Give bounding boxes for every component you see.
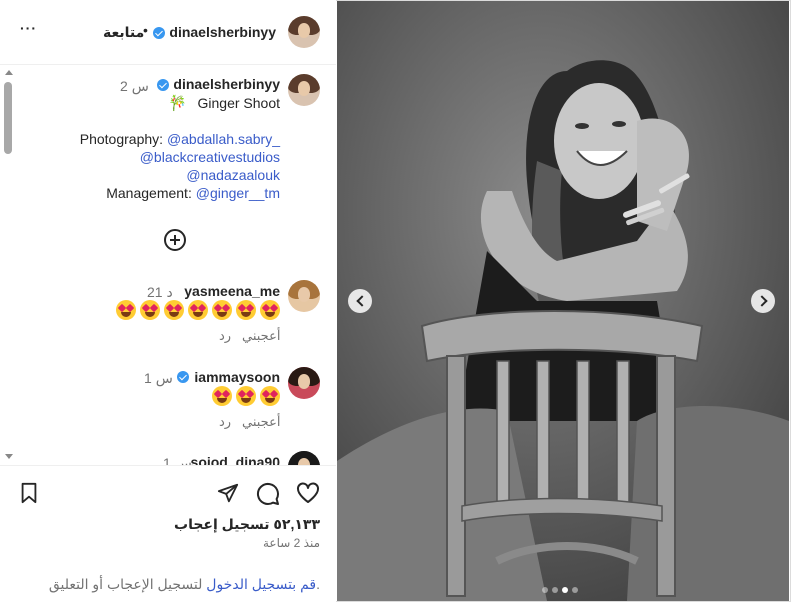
photography-label: Photography: xyxy=(79,131,164,147)
comment-avatar[interactable] xyxy=(288,451,320,465)
share-icon[interactable] xyxy=(216,482,240,504)
carousel-indicator xyxy=(542,580,582,598)
mention-nadazaalouk[interactable]: @nadazaalouk xyxy=(186,167,280,183)
comments-scroll-area[interactable]: dinaelsherbinyy 2 س Ginger Shoot 🎋 Photo… xyxy=(0,65,336,465)
post-time[interactable]: منذ 2 ساعة xyxy=(263,536,320,550)
comment-reply-button[interactable]: رد xyxy=(219,328,231,344)
likes-count[interactable]: ٥٢,١٣٣ تسجيل إعجاب xyxy=(174,516,320,533)
scrollbar-thumb[interactable] xyxy=(4,82,12,154)
comment-time[interactable]: 21 د xyxy=(147,284,173,301)
verified-icon xyxy=(157,79,169,91)
verified-icon xyxy=(177,371,189,383)
mention-ginger[interactable]: @ginger__tm xyxy=(196,185,280,201)
next-photo-button[interactable] xyxy=(751,289,775,313)
carousel-dot xyxy=(562,587,568,593)
carousel-dot xyxy=(572,587,578,593)
heart-eyes-emoji xyxy=(212,386,232,406)
heart-eyes-emoji xyxy=(188,300,208,320)
post-photo[interactable] xyxy=(337,1,789,601)
heart-eyes-emoji xyxy=(140,300,160,320)
comment-avatar[interactable] xyxy=(288,367,320,399)
photo-image xyxy=(337,1,789,601)
comment-emojis xyxy=(212,386,280,406)
more-icon[interactable]: ··· xyxy=(20,20,37,36)
post-header: dinaelsherbinyy • متابعة ··· xyxy=(0,0,336,65)
login-link[interactable]: قم بتسجيل الدخول xyxy=(206,576,316,592)
comment-emojis xyxy=(116,300,280,320)
scroll-down-arrow[interactable] xyxy=(5,454,13,459)
heart-eyes-emoji xyxy=(164,300,184,320)
heart-icon[interactable] xyxy=(296,482,320,504)
mention-abdallah[interactable]: @abdallah.sabry_ xyxy=(167,131,280,147)
heart-eyes-emoji xyxy=(212,300,232,320)
comment-username[interactable]: sojod_dina90 xyxy=(191,454,280,465)
carousel-dot xyxy=(552,587,558,593)
author-avatar[interactable] xyxy=(288,16,320,48)
scroll-up-arrow[interactable] xyxy=(5,70,13,75)
caption-username[interactable]: dinaelsherbinyy xyxy=(173,76,280,92)
post-actions: ٥٢,١٣٣ تسجيل إعجاب منذ 2 ساعة قم بتسجيل … xyxy=(0,465,336,603)
author-username[interactable]: dinaelsherbinyy xyxy=(169,24,276,40)
comment-reply-button[interactable]: رد xyxy=(219,414,231,430)
comment-like-button[interactable]: أعجبني xyxy=(242,328,280,344)
verified-icon xyxy=(153,27,165,39)
carousel-dot xyxy=(542,587,548,593)
comment-username[interactable]: iammaysoon xyxy=(194,369,280,385)
caption-photography-line: Photography: @abdallah.sabry_ xyxy=(80,131,280,147)
comment-like-button[interactable]: أعجبني xyxy=(242,414,280,430)
chevron-right-icon xyxy=(756,295,768,307)
scrollbar[interactable] xyxy=(2,66,14,462)
caption-time[interactable]: 2 س xyxy=(120,78,149,95)
comment-icon[interactable] xyxy=(256,482,280,506)
post-side-panel: dinaelsherbinyy • متابعة ··· dinaelsherb… xyxy=(0,0,336,602)
comment-avatar[interactable] xyxy=(288,280,320,312)
mention-blackcreative[interactable]: @blackcreativestudios xyxy=(140,149,280,165)
heart-eyes-emoji xyxy=(260,300,280,320)
heart-eyes-emoji xyxy=(236,386,256,406)
caption-management-line: Management: @ginger__tm xyxy=(106,185,280,201)
heart-eyes-emoji xyxy=(260,386,280,406)
chevron-left-icon xyxy=(356,295,368,307)
heart-eyes-emoji xyxy=(236,300,256,320)
comment-time[interactable]: 1 س xyxy=(163,455,192,465)
bamboo-emoji: 🎋 xyxy=(168,95,187,112)
heart-eyes-emoji xyxy=(116,300,136,320)
caption-avatar[interactable] xyxy=(288,74,320,106)
follow-button[interactable]: متابعة xyxy=(103,24,144,41)
add-comment-icon[interactable] xyxy=(164,229,186,251)
comment-time[interactable]: 1 س xyxy=(144,370,173,387)
comment-username[interactable]: yasmeena_me xyxy=(184,283,280,299)
caption-title: Ginger Shoot xyxy=(197,95,281,111)
bookmark-icon[interactable] xyxy=(18,482,40,504)
previous-photo-button[interactable] xyxy=(348,289,372,313)
management-label: Management: xyxy=(106,185,192,201)
login-prompt: قم بتسجيل الدخول لتسجيل الإعجاب أو التعل… xyxy=(49,576,320,593)
